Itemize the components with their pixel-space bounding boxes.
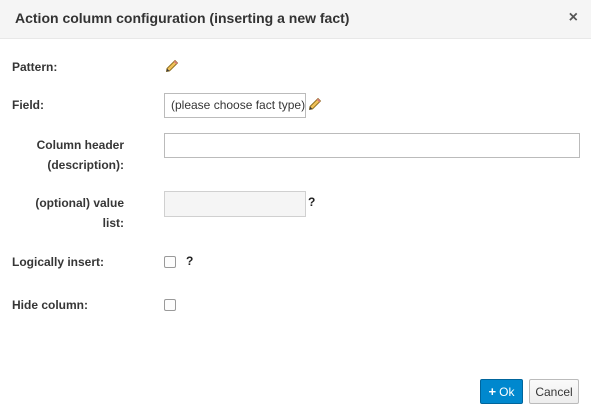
value-list-label: (optional) value list: [12, 193, 124, 233]
ok-button[interactable]: + Ok [480, 379, 523, 404]
value-list-label-line1: (optional) value [35, 196, 124, 210]
column-header-label-line2: (description): [47, 158, 124, 172]
column-header-input[interactable] [164, 133, 580, 158]
dialog-header: Action column configuration (inserting a… [0, 0, 591, 39]
column-header-label-line1: Column header [36, 138, 124, 152]
close-icon[interactable]: × [569, 9, 578, 27]
dialog-title: Action column configuration (inserting a… [15, 10, 350, 26]
pencil-icon[interactable] [165, 59, 179, 73]
value-list-label-line2: list: [102, 216, 124, 230]
value-list-help-icon[interactable]: ? [308, 195, 315, 209]
pencil-icon[interactable] [308, 97, 322, 111]
hide-column-label: Hide column: [12, 298, 89, 312]
logically-insert-label: Logically insert: [12, 255, 105, 269]
hide-column-checkbox[interactable] [164, 299, 176, 311]
plus-icon: + [488, 384, 497, 399]
column-header-label: Column header (description): [12, 135, 124, 175]
logically-insert-help-icon[interactable]: ? [186, 254, 193, 268]
field-input[interactable]: (please choose fact type) [164, 93, 306, 118]
value-list-input [164, 191, 306, 217]
pattern-label: Pattern: [12, 60, 58, 74]
ok-button-label: Ok [499, 384, 515, 399]
logically-insert-checkbox[interactable] [164, 256, 176, 268]
field-label: Field: [12, 98, 44, 112]
cancel-button[interactable]: Cancel [529, 379, 579, 404]
